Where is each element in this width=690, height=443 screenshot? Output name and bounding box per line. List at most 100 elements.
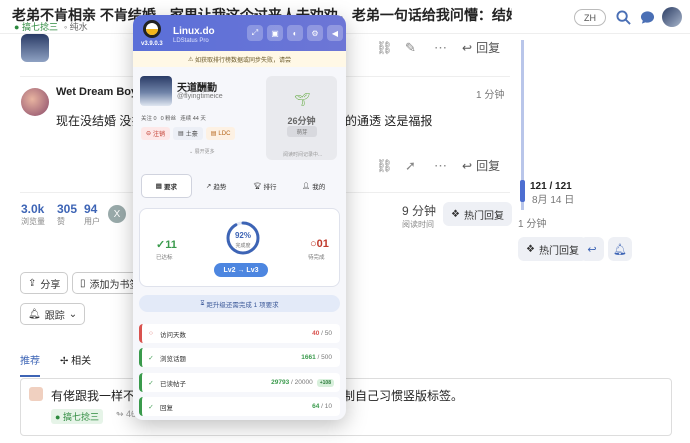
panel-tabs: ▤ 要求 ↗ 趋势 🏆︎ 排行 👤︎ 我的 [141,174,338,198]
requirement-row: ✓ 回复 64 / 10 [139,397,340,416]
reading-time-card: 🌱︎ 26分钟 萌芽 [266,76,337,160]
bookmark-icon: ▯ [80,277,86,289]
badge-logout[interactable]: ⊖ 注销 [141,127,171,140]
ldstatus-panel: v3.9.0.3 Linux.do LDStatus Pro ⤢ ▣ ◐ ⚙ ◀… [133,15,346,420]
link-icon[interactable]: ⛓ [376,40,393,56]
reply-icon: ↩ [462,158,473,173]
stat-views: 3.0k 浏览量 [21,202,45,226]
tab-recommended[interactable]: 推荐 [20,352,40,377]
trophy-icon: 🏆︎ [253,183,262,190]
tab-related[interactable]: ✢ 相关 [60,352,91,377]
chevron-down-icon: ⌄ [68,308,78,320]
user-handle: @flyingtimeice [177,93,223,100]
topic-icon [29,387,43,401]
user-avatar[interactable] [662,7,682,27]
panel-notice: ⚠ 如获取排行榜数据或同步失败，请尝 [133,51,346,67]
suggested-tabs: 推荐 ✢ 相关 [20,352,91,377]
settings-icon[interactable]: ⚙ [307,25,323,41]
search-icon[interactable] [614,8,632,26]
language-switch[interactable]: ZH [574,9,606,26]
linuxdo-logo-icon [143,20,161,38]
reading-time-note: 阅读时间记录中... [283,152,323,158]
stat-likes: 305 赞 [57,202,78,226]
panel-header: v3.9.0.3 Linux.do LDStatus Pro ⤢ ▣ ◐ ⚙ ◀ [133,15,346,51]
badge-rich[interactable]: ▤ 土豪 [173,127,203,140]
user-icon: 👤︎ [301,183,311,190]
info-icon: ⚠ [187,56,196,63]
lock-icon[interactable]: ▣ [267,25,283,41]
share-icon[interactable]: ➚ [405,158,416,174]
tag-pure[interactable]: ◦ 纯水 [64,20,88,33]
progress-label: 完成度 [235,243,251,249]
collapse-icon[interactable]: ◀ [327,25,343,41]
check-icon: ✓ [148,354,154,362]
more-icon[interactable]: ⋯ [434,40,447,56]
requirement-row: ✓ 浏览话题 1661 / 500 [139,348,340,367]
avatar[interactable] [21,88,49,116]
level-pill: Lv2 → Lv3 [214,263,268,277]
done-label: 已达标 [156,255,173,261]
progress-percent: 92% [234,231,251,240]
tab-trend[interactable]: ↗ 趋势 [192,174,241,198]
reading-level-pill: 萌芽 [287,126,317,137]
post-time[interactable]: 1 分钟 [476,86,504,101]
timeline-handle[interactable] [520,180,525,202]
requirement-row: ○ 访问天数 40 / 50 [139,324,340,343]
share-button[interactable]: ⇪ 分享 [20,272,69,294]
layers-icon: ❖ [451,208,460,220]
reply-icon: ↩ [462,40,473,55]
avatar[interactable] [21,34,49,62]
expand-more-link[interactable]: ⌄ 展开更多 [189,148,215,155]
upgrade-banner: ⏳︎ 距升级还需完成 1 项要求 [139,295,340,312]
reply-button[interactable]: ↩ 回复 [462,157,500,174]
tab-mine[interactable]: 👤︎ 我的 [289,174,338,198]
hot-replies-button[interactable]: ❖ 热门回复 [518,237,587,261]
reply-icon[interactable]: ↩ [580,237,604,261]
user-name: 天道酬勤 [177,83,217,94]
upload-icon: ⇪ [28,277,37,289]
progress-card: ✓11 已达标 92% 完成度 ○01 待完成 Lv2 → Lv3 [139,208,340,287]
post-username[interactable]: Wet Dream Boy [56,86,137,98]
check-icon: ✓ [148,379,154,387]
user-badges: ⊖ 注销 ▤ 土豪 ▤ LDC [141,127,236,140]
avatar[interactable]: X [108,205,126,223]
hot-replies-button[interactable]: ❖ 热门回复 [443,202,512,226]
tab-requirements[interactable]: ▤ 要求 [141,174,192,198]
edit-icon[interactable]: ✎ [405,40,416,56]
stat-read-time: 9 分钟 阅读时间 [402,204,437,229]
more-icon[interactable]: ⋯ [434,158,447,174]
panel-version: v3.9.0.3 [141,41,163,47]
post-text: 现在没结婚 没扌 [56,114,144,128]
user-card: 天道酬勤 @flyingtimeice 关注 0 0 粉丝 连续 44 天 ⊖ … [139,72,266,172]
theme-icon[interactable]: ◐ [287,25,303,41]
pending-icon: ○ [149,330,153,337]
user-avatar[interactable] [140,76,172,106]
timeline-ago[interactable]: 1 分钟 [518,215,546,230]
tab-ranking[interactable]: 🏆︎ 排行 [241,174,290,198]
check-icon: ✓ [148,403,154,411]
user-stats: 关注 0 0 粉丝 连续 44 天 [141,116,206,122]
reply-button[interactable]: ↩ 回复 [462,39,500,56]
chat-icon[interactable] [638,8,656,26]
topic-tags: ● 搞七捻三 ◦ 纯水 [14,20,88,33]
tag-category[interactable]: ● 搞七捻三 [14,20,58,33]
timeline-date: 8月 14 日 [532,195,575,206]
list-icon: ▤ [155,183,162,190]
stat-users: 94 用户 [84,202,100,226]
suggested-title[interactable]: 制自己习惯竖版标签。 [343,387,463,404]
suggested-topic[interactable]: 有佬跟我一样不喜 制自己习惯竖版标签。 ● 搞七捻三 ↬ 46 [20,378,672,436]
requirement-row: ✓ 已读帖子 29793 / 20000 +108 [139,373,340,392]
expand-icon[interactable]: ⤢ [247,25,263,41]
done-count: ✓11 [156,239,177,251]
bell-icon[interactable]: 🔔︎ [608,237,632,261]
todo-count: ○01 [310,238,329,250]
panel-title: Linux.do [173,26,215,37]
panel-subtitle: LDStatus Pro [173,38,209,44]
post-text: 的通透 这是福报 [345,114,433,128]
chart-icon: ↗ [205,183,212,190]
tag-category[interactable]: ● 搞七捻三 [51,409,103,424]
tracking-dropdown[interactable]: 🔔︎ 跟踪 ⌄ [20,303,86,325]
badge-ldc[interactable]: ▤ LDC [205,127,236,140]
link-icon[interactable]: ⛓ [376,158,393,174]
increment-badge: +108 [316,378,334,387]
